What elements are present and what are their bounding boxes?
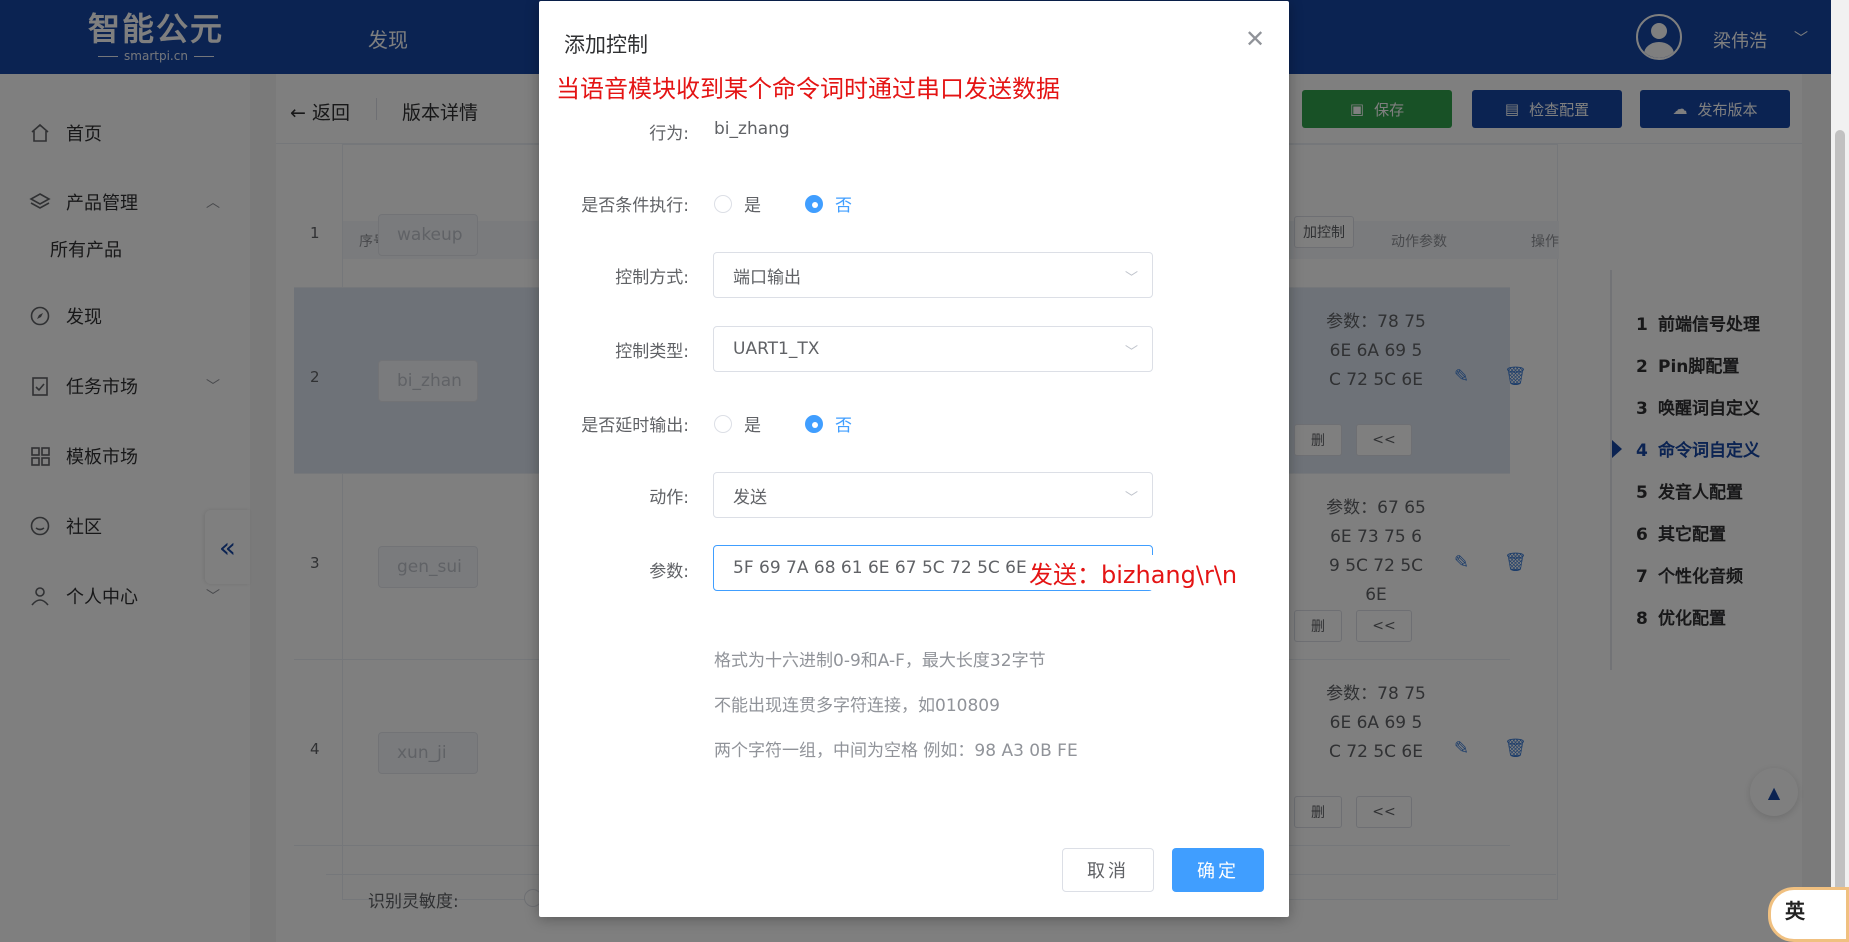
- confirm-button[interactable]: 确定: [1172, 848, 1264, 892]
- delay-radio-group: 是 否: [714, 411, 896, 436]
- delay-no-radio[interactable]: [805, 414, 823, 433]
- action-select[interactable]: 发送 ﹀: [713, 472, 1153, 518]
- annotation-note: 当语音模块收到某个命令词时通过串口发送数据: [556, 75, 1060, 103]
- param-label: 参数:: [649, 562, 689, 582]
- chevron-down-icon: ﹀: [1124, 491, 1138, 506]
- hint-grouping: 两个字符一组，中间为空格 例如：98 A3 0B FE: [714, 741, 1078, 761]
- ime-indicator[interactable]: 英: [1768, 887, 1849, 942]
- cancel-button[interactable]: 取消: [1062, 848, 1154, 892]
- scrollbar-thumb[interactable]: [1835, 130, 1845, 942]
- hint-format: 格式为十六进制0-9和A-F，最大长度32字节: [714, 651, 1046, 671]
- control-type-select[interactable]: UART1_TX ﹀: [713, 326, 1153, 372]
- delay-yes-label[interactable]: 是: [744, 411, 761, 436]
- control-mode-select[interactable]: 端口输出 ﹀: [713, 252, 1153, 298]
- action-label: 动作:: [649, 488, 689, 508]
- chevron-down-icon: ﹀: [1124, 345, 1138, 360]
- chevron-down-icon: ﹀: [1124, 271, 1138, 286]
- scrollbar[interactable]: [1831, 0, 1849, 942]
- delay-no-label[interactable]: 否: [835, 411, 852, 436]
- close-icon[interactable]: ✕: [1245, 25, 1265, 53]
- conditional-no-label[interactable]: 否: [835, 191, 852, 216]
- conditional-yes-label[interactable]: 是: [744, 191, 761, 216]
- hint-no-consecutive: 不能出现连贯多字符连接，如010809: [714, 696, 1000, 716]
- conditional-no-radio[interactable]: [805, 194, 823, 213]
- conditional-label: 是否条件执行:: [581, 196, 689, 216]
- dialog-title: 添加控制: [564, 33, 648, 57]
- conditional-radio-group: 是 否: [714, 191, 896, 216]
- delay-label: 是否延时输出:: [581, 416, 689, 436]
- control-mode-value: 端口输出: [733, 267, 801, 288]
- add-control-dialog: 添加控制 ✕ 当语音模块收到某个命令词时通过串口发送数据 行为: bi_zhan…: [539, 1, 1289, 917]
- delay-yes-radio[interactable]: [714, 414, 732, 433]
- control-type-label: 控制类型:: [615, 342, 689, 362]
- param-annotation: 发送：bizhang\r\n: [1027, 555, 1240, 590]
- action-value: 发送: [733, 487, 767, 508]
- behavior-label: 行为:: [649, 124, 689, 144]
- control-type-value: UART1_TX: [733, 339, 820, 359]
- conditional-yes-radio[interactable]: [714, 194, 732, 213]
- control-mode-label: 控制方式:: [615, 268, 689, 288]
- behavior-value: bi_zhang: [714, 119, 790, 139]
